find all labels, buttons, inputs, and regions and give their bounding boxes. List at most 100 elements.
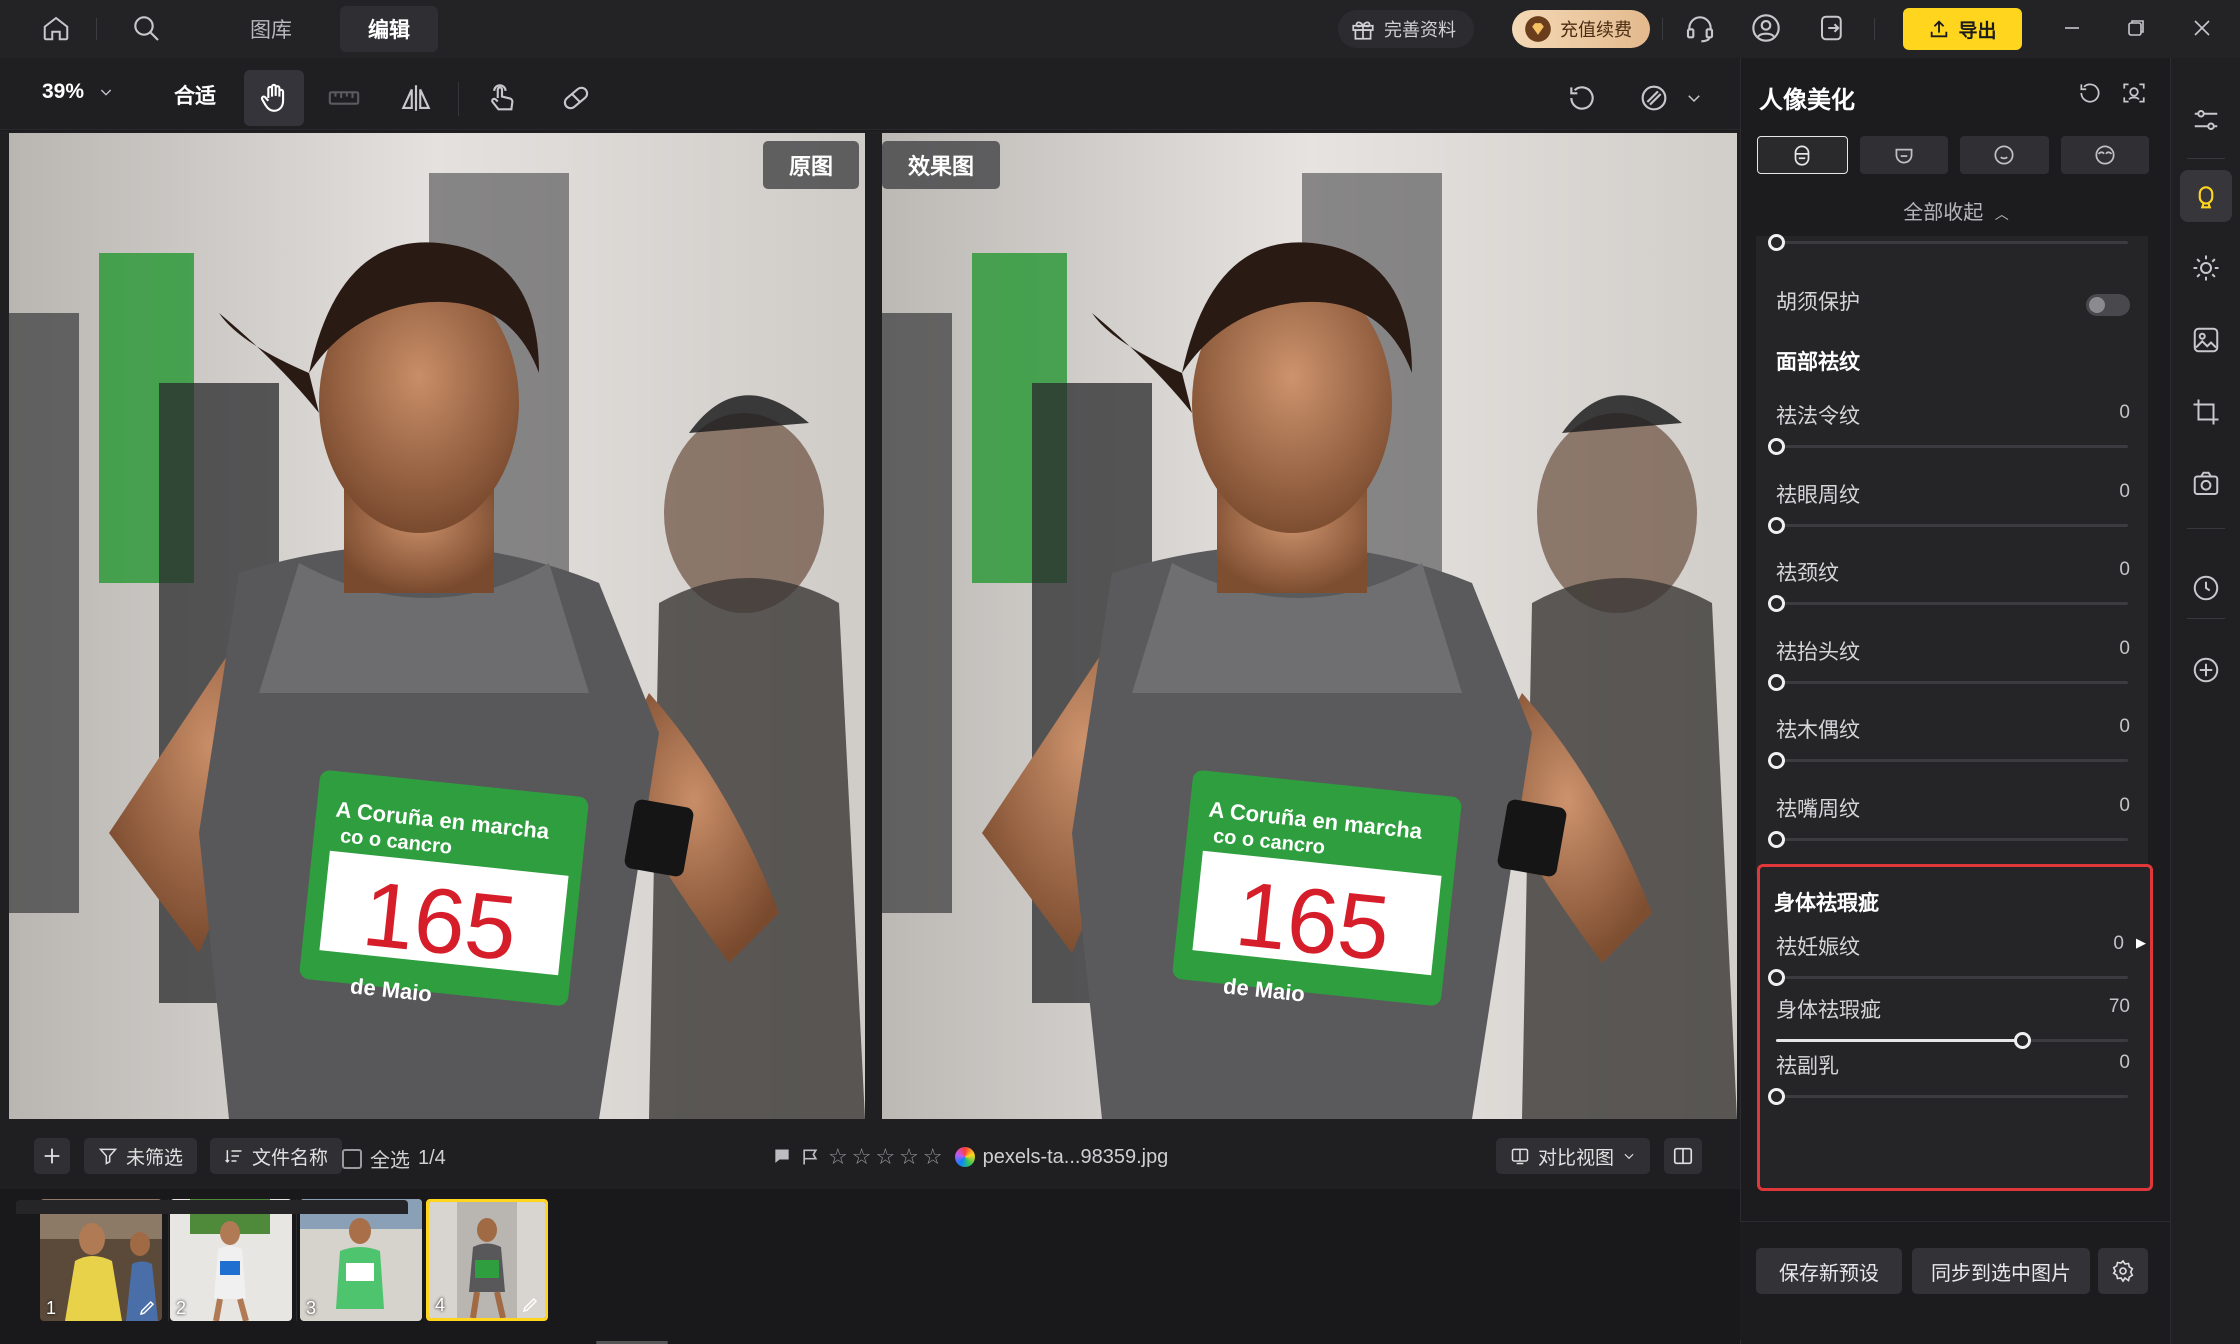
- slider-track[interactable]: [1768, 673, 2128, 691]
- filter-icon: [98, 1148, 118, 1165]
- sign-in-icon[interactable]: [1812, 8, 1852, 48]
- compare-view-icon: [1511, 1148, 1529, 1165]
- slider-knob[interactable]: [2014, 1032, 2032, 1049]
- slider-track[interactable]: [1768, 1088, 2128, 1105]
- flag-icon[interactable]: [772, 1147, 792, 1167]
- slider-knob[interactable]: [1768, 438, 1785, 455]
- fit-button[interactable]: 合适: [174, 80, 216, 110]
- slider-knob[interactable]: [1768, 1088, 1785, 1105]
- face-detect-icon[interactable]: [2121, 80, 2147, 111]
- settings-icon[interactable]: [2098, 1248, 2148, 1294]
- reset-icon[interactable]: [2077, 80, 2103, 111]
- flip-icon[interactable]: [386, 70, 446, 126]
- hand-tool-icon[interactable]: [244, 70, 304, 126]
- user-icon[interactable]: [1746, 8, 1786, 48]
- slider-row: 祛嘴周纹 0: [1756, 793, 2148, 871]
- adjustment-list[interactable]: 胡须保护 面部祛纹 祛法令纹 0 祛眼周纹 0 祛颈纹 0 祛抬头纹 0 祛木偶纹 0 祛嘴周纹 0: [1756, 234, 2148, 876]
- play-arrow-icon[interactable]: ▶: [2136, 935, 2146, 951]
- slider-value[interactable]: 0: [2119, 638, 2130, 660]
- brightness-icon[interactable]: [2180, 242, 2232, 294]
- slider-knob[interactable]: [1768, 752, 1785, 769]
- camera-icon[interactable]: [2180, 458, 2232, 510]
- image-meta: ☆☆☆☆☆ pexels-ta...98359.jpg: [772, 1144, 1168, 1170]
- minimize-icon[interactable]: [2052, 8, 2092, 48]
- thumbnail[interactable]: 2: [170, 1199, 292, 1321]
- eraser-icon[interactable]: [546, 70, 606, 126]
- headset-icon[interactable]: [1680, 8, 1720, 48]
- add-image-button[interactable]: [34, 1138, 70, 1174]
- tab-makeup[interactable]: [1960, 136, 2049, 174]
- save-preset-button[interactable]: 保存新预设: [1756, 1248, 1902, 1294]
- close-icon[interactable]: [2182, 8, 2222, 48]
- chevron-down-icon[interactable]: [1668, 70, 1720, 126]
- history-icon[interactable]: [2180, 562, 2232, 614]
- original-image[interactable]: 165 A Coruña en marcha co o cancro de Ma…: [9, 133, 865, 1119]
- face-shape-icon: [1895, 148, 1913, 164]
- slider-knob[interactable]: [1768, 969, 1785, 986]
- thumbnail[interactable]: 1: [40, 1199, 162, 1321]
- slider-track[interactable]: [1768, 234, 2128, 251]
- tab-gallery[interactable]: 图库: [222, 6, 320, 52]
- adjust-sliders-icon[interactable]: [2180, 94, 2232, 146]
- slider-track[interactable]: [1768, 752, 2128, 769]
- compare-view-dropdown[interactable]: 对比视图: [1496, 1138, 1651, 1174]
- crop-icon[interactable]: [2180, 386, 2232, 438]
- thumbnail-selected[interactable]: 4: [426, 1199, 548, 1321]
- tab-face-skin[interactable]: [1757, 136, 1848, 174]
- slider-knob[interactable]: [1768, 673, 1785, 691]
- thumbnail-number: 3: [306, 1298, 317, 1318]
- slider-label: 祛眼周纹: [1776, 483, 1860, 507]
- runner-photo-original: 165 A Coruña en marcha co o cancro de Ma…: [9, 133, 865, 1119]
- complete-profile-button[interactable]: 完善资料: [1338, 10, 1474, 48]
- slider-knob[interactable]: [1768, 830, 1785, 848]
- restore-icon[interactable]: [2116, 8, 2156, 48]
- thumbnail[interactable]: 3: [300, 1199, 422, 1321]
- slider-row: 祛法令纹 0: [1756, 400, 2148, 478]
- slider-value[interactable]: 0: [2113, 933, 2124, 955]
- star-rating[interactable]: ☆☆☆☆☆: [828, 1144, 947, 1170]
- beard-protect-toggle[interactable]: [2086, 294, 2130, 316]
- reject-flag-icon[interactable]: [800, 1147, 820, 1167]
- select-all-checkbox[interactable]: 全选 1/4: [342, 1144, 446, 1173]
- tab-face-shape[interactable]: [1859, 136, 1948, 174]
- image-edit-icon[interactable]: [2180, 314, 2232, 366]
- tab-eyes[interactable]: [2060, 136, 2149, 174]
- slider-value[interactable]: 0: [2119, 716, 2130, 738]
- slider-track[interactable]: [1768, 969, 2128, 986]
- body-blemish-section: 身体祛瑕疵 祛妊娠纹 0 ▶ 身体祛瑕疵 70 祛副乳 0: [1757, 864, 2153, 1191]
- slider-knob[interactable]: [1768, 516, 1785, 534]
- filter-button[interactable]: 未筛选: [84, 1138, 198, 1174]
- slider-knob[interactable]: [1768, 595, 1785, 612]
- touch-icon[interactable]: [472, 70, 532, 126]
- effect-image[interactable]: 165 A Coruña en marcha co o cancro de Ma…: [882, 133, 1737, 1119]
- slider-value[interactable]: 70: [2109, 996, 2130, 1018]
- portrait-beauty-icon[interactable]: [2180, 170, 2232, 222]
- tab-edit[interactable]: 编辑: [340, 6, 438, 52]
- sync-to-selected-button[interactable]: 同步到选中图片: [1912, 1248, 2090, 1294]
- slider-track[interactable]: [1768, 830, 2128, 848]
- ruler-icon[interactable]: [314, 70, 374, 126]
- export-button[interactable]: 导出: [1903, 8, 2022, 50]
- slider-value[interactable]: 0: [2119, 402, 2130, 424]
- slider-value[interactable]: 0: [2119, 1052, 2130, 1074]
- bib-number: 165: [358, 863, 521, 980]
- zoom-dropdown[interactable]: 39%: [42, 80, 114, 104]
- color-label-icon[interactable]: [954, 1147, 975, 1167]
- slider-value[interactable]: 0: [2119, 481, 2130, 503]
- slider-track[interactable]: [1776, 1032, 2128, 1049]
- split-view-button[interactable]: [1664, 1138, 1702, 1174]
- add-circle-icon[interactable]: [2180, 644, 2232, 696]
- recharge-button[interactable]: 充值续费: [1512, 10, 1650, 48]
- reset-icon[interactable]: [1552, 70, 1612, 126]
- home-icon[interactable]: [36, 8, 76, 48]
- search-icon[interactable]: [126, 8, 166, 48]
- compare-view-label: 对比视图: [1538, 1147, 1615, 1169]
- slider-value[interactable]: 0: [2119, 795, 2130, 817]
- compare-canvas[interactable]: 165 A Coruña en marcha co o cancro de Ma…: [0, 131, 1740, 1121]
- slider-track[interactable]: [1768, 516, 2128, 534]
- sort-button[interactable]: 文件名称: [210, 1138, 343, 1174]
- slider-knob[interactable]: [1768, 234, 1785, 251]
- slider-track[interactable]: [1768, 438, 2128, 455]
- slider-value[interactable]: 0: [2119, 559, 2130, 581]
- slider-track[interactable]: [1768, 595, 2128, 612]
